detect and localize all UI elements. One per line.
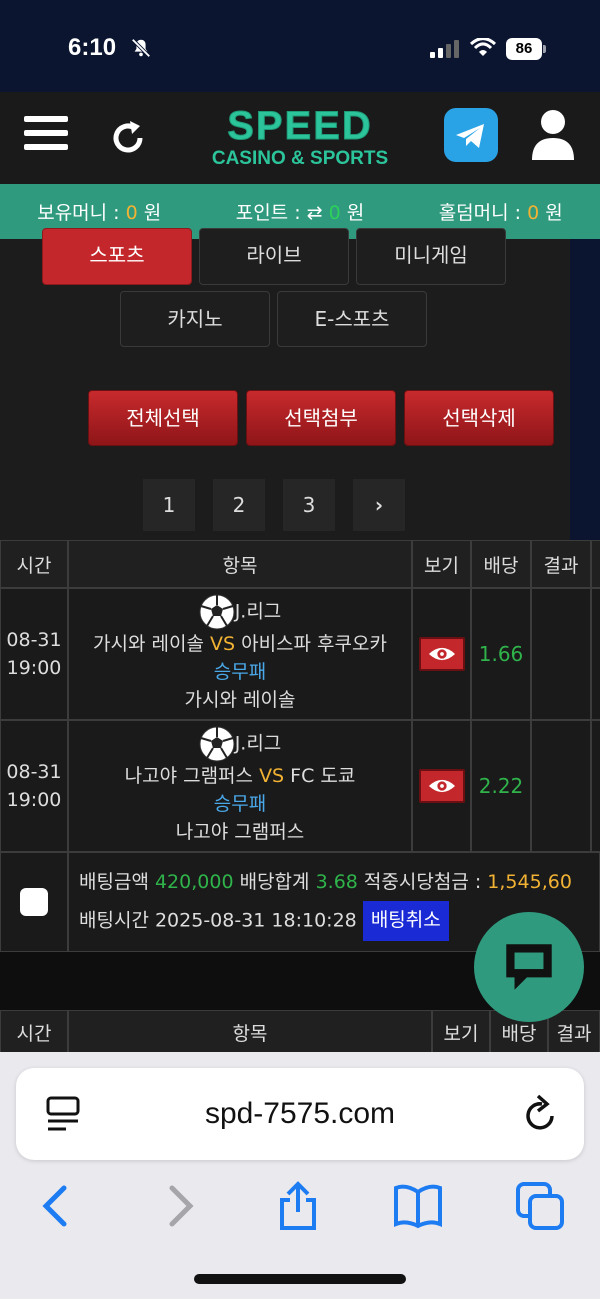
tab-minigame[interactable]: 미니게임: [356, 228, 506, 285]
select-all-button[interactable]: 전체선택: [88, 390, 238, 446]
address-bar[interactable]: spd-7575.com: [16, 1068, 584, 1160]
status-time: 6:10: [68, 34, 117, 61]
view-eye-icon[interactable]: [418, 637, 465, 671]
tab-esports[interactable]: E-스포츠: [277, 291, 427, 347]
delete-button[interactable]: 선택삭제: [404, 390, 554, 446]
header-view: 보기: [412, 540, 471, 588]
view-eye-icon[interactable]: [418, 769, 465, 803]
header-result: 결과: [531, 540, 591, 588]
site-header: SPEED CASINO & SPORTS: [0, 92, 600, 184]
browser-chrome: spd-7575.com: [0, 1052, 600, 1299]
header-odds: 배당: [471, 540, 531, 588]
signal-icon: [430, 40, 459, 58]
url-text: spd-7575.com: [204, 1097, 396, 1130]
status-bar: 6:10 86: [0, 0, 600, 92]
table-row-odds: 2.22: [471, 720, 531, 852]
next-page-icon[interactable]: ›: [353, 479, 405, 531]
chat-icon: [506, 944, 552, 990]
header-time: 시간: [0, 540, 68, 588]
page-3[interactable]: 3: [283, 479, 335, 531]
back-icon[interactable]: [30, 1180, 82, 1232]
battery-level: 86: [506, 38, 542, 60]
exchange-icon[interactable]: ⇄: [307, 202, 323, 224]
header-item: 항목: [68, 540, 412, 588]
logo-sub: CASINO & SPORTS: [211, 148, 389, 169]
table-row-item: J.리그 가시와 레이솔 VS 아비스파 후쿠오카 승무패 가시와 레이솔: [68, 588, 412, 720]
header-time: 시간: [0, 1010, 68, 1054]
table-row-time: 08-31 19:00: [0, 720, 68, 852]
holdem-balance: 홀덤머니 : 0 원: [438, 202, 563, 224]
table-row-result: [531, 720, 591, 852]
bell-muted-icon: [131, 38, 151, 58]
logo-main: SPEED: [227, 104, 373, 149]
bet-select-checkbox[interactable]: [20, 888, 48, 916]
table-row-time: 08-31 19:00: [0, 588, 68, 720]
table-row-item: J.리그 나고야 그램퍼스 VS FC 도쿄 승무패 나고야 그램퍼스: [68, 720, 412, 852]
cancel-bet-button[interactable]: 배팅취소: [362, 901, 449, 941]
refresh-icon[interactable]: [108, 118, 148, 158]
tab-sports[interactable]: 스포츠: [42, 228, 192, 285]
site-logo[interactable]: SPEED CASINO & SPORTS: [200, 104, 400, 176]
chat-button[interactable]: [474, 912, 584, 1022]
soccer-ball-icon: [199, 726, 235, 762]
reload-icon[interactable]: [522, 1094, 558, 1134]
forward-icon[interactable]: [154, 1180, 206, 1232]
wifi-icon: [470, 38, 496, 56]
battery-icon: 86: [506, 38, 546, 60]
user-icon[interactable]: [530, 108, 576, 160]
table-row-odds: 1.66: [471, 588, 531, 720]
page-1[interactable]: 1: [143, 479, 195, 531]
telegram-icon[interactable]: [444, 108, 498, 162]
attach-button[interactable]: 선택첨부: [246, 390, 396, 446]
header-result: 결과: [548, 1010, 600, 1054]
header-item: 항목: [68, 1010, 432, 1054]
point-balance: 포인트 : ⇄ 0 원: [235, 202, 365, 224]
tab-casino[interactable]: 카지노: [120, 291, 270, 347]
header-view: 보기: [432, 1010, 490, 1054]
menu-icon[interactable]: [24, 116, 68, 152]
soccer-ball-icon: [199, 594, 235, 630]
page-2[interactable]: 2: [213, 479, 265, 531]
bookmarks-icon[interactable]: [392, 1180, 444, 1232]
tabs-icon[interactable]: [514, 1180, 566, 1232]
table-row-result: [531, 588, 591, 720]
money-balance: 보유머니 : 0 원: [37, 202, 162, 224]
home-indicator: [194, 1274, 406, 1284]
tab-live[interactable]: 라이브: [199, 228, 349, 285]
share-icon[interactable]: [272, 1180, 324, 1232]
